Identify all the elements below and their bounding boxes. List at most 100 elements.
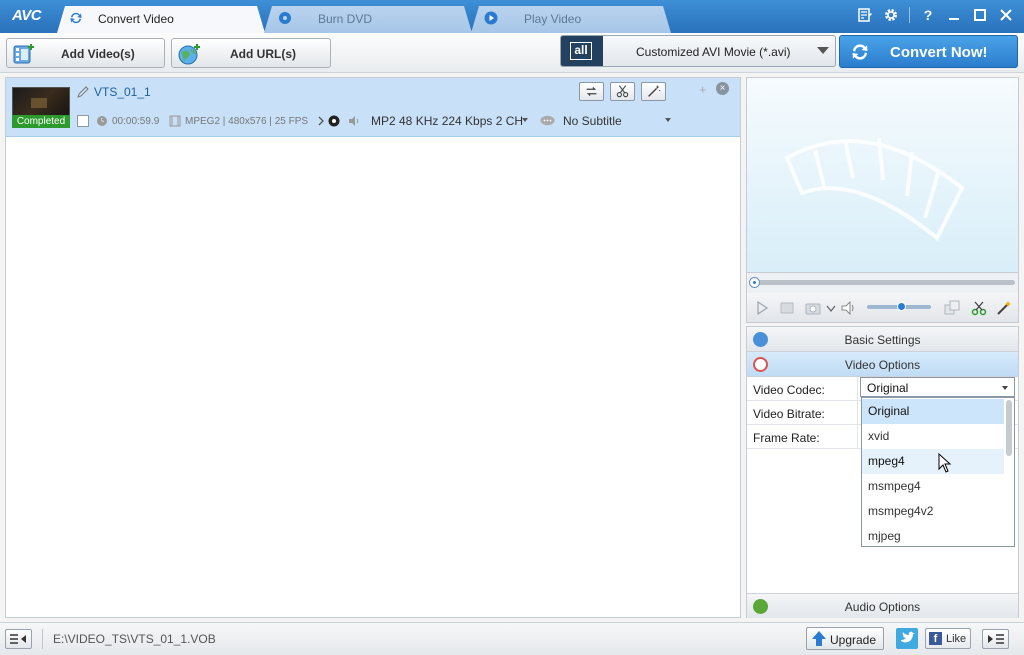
mouse-cursor-icon — [938, 453, 952, 473]
magic-wand-icon[interactable] — [641, 82, 666, 101]
title-bar: AVC Convert Video Burn DVD Play Video ? — [0, 0, 1024, 33]
audio-options-title: Audio Options — [844, 600, 921, 614]
basic-settings-title: Basic Settings — [844, 333, 921, 347]
expand-panel-button[interactable] — [982, 629, 1009, 649]
audio-track-icon — [328, 115, 340, 127]
add-videos-button[interactable]: Add Video(s) — [6, 38, 165, 68]
chevron-right-icon[interactable] — [315, 115, 327, 127]
codec-option[interactable]: msmpeg4 — [862, 474, 1004, 499]
divider — [42, 629, 43, 649]
copy-icon[interactable] — [944, 300, 960, 316]
maximize-icon[interactable] — [972, 7, 988, 23]
plus-icon[interactable]: + — [699, 82, 707, 97]
codec-option[interactable]: xvid — [862, 424, 1004, 449]
tab-convert-video[interactable]: Convert Video — [57, 6, 265, 33]
duration: 00:00:59.9 — [112, 116, 160, 127]
convert-now-label: Convert Now! — [890, 44, 988, 61]
tab-play-video[interactable]: Play Video — [471, 6, 671, 33]
tab-burn-dvd[interactable]: Burn DVD — [264, 6, 472, 33]
add-url-button[interactable]: Add URL(s) — [171, 38, 331, 68]
list-right-icon — [988, 634, 1004, 644]
upgrade-button[interactable]: Upgrade — [806, 627, 884, 650]
player-controls — [746, 293, 1019, 323]
seek-bar[interactable] — [746, 273, 1019, 293]
tab-label: Burn DVD — [318, 12, 373, 26]
codec-option[interactable]: msmpeg4v2 — [862, 499, 1004, 524]
volume-slider[interactable] — [867, 302, 931, 311]
subtitle-icon — [540, 115, 555, 126]
tab-label: Convert Video — [98, 12, 174, 26]
convert-swap-icon[interactable] — [579, 82, 604, 101]
profile-format-icon: all — [561, 36, 603, 66]
file-list: Completed VTS_01_1 + × 00:00:59.9 MPEG2 … — [5, 77, 741, 618]
volume-icon[interactable] — [841, 300, 857, 316]
add-url-label: Add URL(s) — [230, 47, 296, 61]
divider — [857, 377, 858, 401]
divider — [857, 401, 858, 425]
video-codec-select[interactable]: Original — [860, 377, 1015, 397]
help-icon[interactable]: ? — [920, 7, 936, 23]
scissors-icon[interactable] — [971, 300, 987, 316]
video-options-title: Video Options — [844, 358, 921, 372]
scroll-thumb[interactable] — [1006, 400, 1012, 456]
facebook-icon: f — [929, 632, 942, 645]
add-videos-label: Add Video(s) — [61, 47, 135, 61]
twitter-button[interactable] — [896, 628, 918, 649]
seek-handle[interactable] — [749, 277, 760, 288]
clock-icon — [97, 116, 107, 126]
video-info: MPEG2 | 480x576 | 25 FPS — [185, 116, 309, 127]
subtitle-select[interactable]: No Subtitle — [563, 114, 622, 128]
source-path: E:\VIDEO_TS\VTS_01_1.VOB — [53, 632, 216, 646]
chevron-down-icon[interactable] — [665, 118, 671, 122]
minimize-icon[interactable] — [946, 7, 962, 23]
stop-icon[interactable] — [779, 300, 795, 316]
upload-arrow-icon — [812, 631, 826, 646]
speaker-icon[interactable] — [348, 115, 360, 127]
status-bar: E:\VIDEO_TS\VTS_01_1.VOB Upgrade f Like — [0, 622, 1024, 655]
status-badge: Completed — [12, 115, 70, 128]
convert-icon — [69, 11, 83, 25]
register-icon[interactable] — [857, 7, 873, 23]
file-row[interactable]: Completed VTS_01_1 + × 00:00:59.9 MPEG2 … — [6, 78, 740, 137]
audio-track-select[interactable]: MP2 48 KHz 224 Kbps 2 CH — [371, 114, 523, 128]
volume-handle[interactable] — [897, 302, 906, 311]
seek-track — [751, 280, 1015, 285]
facebook-like-button[interactable]: f Like — [925, 628, 971, 649]
codec-option[interactable]: mjpeg — [862, 524, 1004, 546]
setting-label: Video Bitrate: — [753, 407, 825, 421]
row-tools — [579, 82, 666, 101]
chevron-down-icon — [1002, 386, 1008, 390]
play-icon[interactable] — [754, 300, 770, 316]
audio-options-header[interactable]: Audio Options — [747, 593, 1018, 618]
convert-now-button[interactable]: Convert Now! — [839, 35, 1018, 68]
magic-wand-icon[interactable] — [996, 300, 1012, 316]
video-options-header[interactable]: Video Options — [747, 352, 1018, 377]
basic-settings-header[interactable]: Basic Settings — [747, 327, 1018, 352]
profile-badge-text: all — [570, 42, 592, 60]
merge-checkbox[interactable] — [77, 115, 89, 127]
codec-option[interactable]: mpeg4 — [862, 449, 1004, 474]
chevron-down-icon[interactable] — [825, 300, 837, 316]
twitter-icon — [901, 631, 915, 643]
camera-icon[interactable] — [805, 300, 821, 316]
codec-option[interactable]: Original — [862, 399, 1004, 424]
file-name[interactable]: VTS_01_1 — [94, 85, 151, 99]
gear-icon[interactable] — [883, 7, 899, 23]
play-circle-icon — [484, 11, 498, 25]
video-codec-value: Original — [867, 381, 909, 395]
chevron-down-icon — [817, 47, 829, 54]
video-preview — [746, 77, 1019, 273]
divider — [857, 425, 858, 449]
dropdown-scrollbar[interactable] — [1005, 400, 1013, 544]
chevron-down-icon[interactable] — [522, 118, 528, 122]
globe-icon — [178, 44, 200, 65]
collapse-list-button[interactable] — [5, 629, 32, 649]
close-icon[interactable] — [998, 7, 1014, 23]
scissors-icon[interactable] — [610, 82, 635, 101]
window-controls: ? — [857, 7, 1014, 23]
remove-file-icon[interactable]: × — [716, 82, 729, 95]
output-profile-select[interactable]: all Customized AVI Movie (*.avi) — [560, 35, 836, 67]
pencil-icon[interactable] — [77, 86, 89, 98]
film-icon — [169, 115, 181, 127]
like-label: Like — [946, 633, 967, 645]
